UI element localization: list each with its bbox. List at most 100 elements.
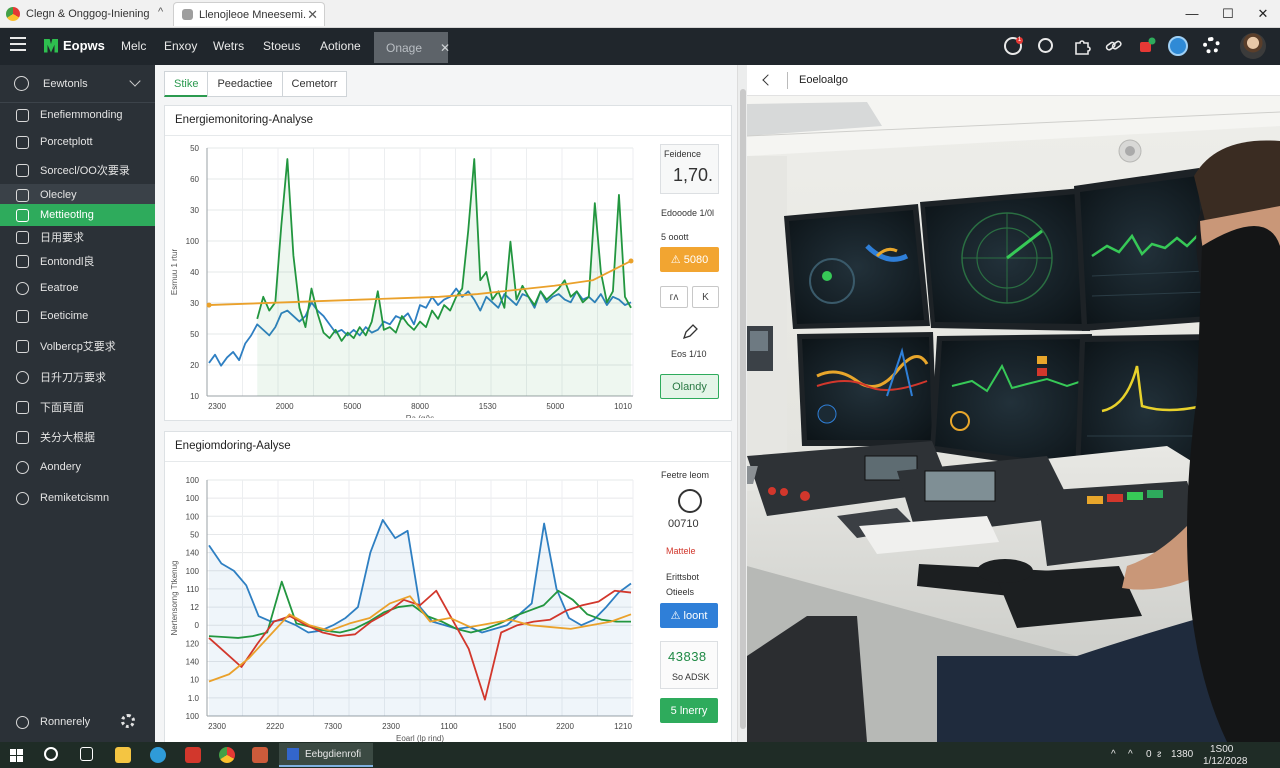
warning-button[interactable]: ⚠ 5080 [660,247,719,272]
subtab-1[interactable]: Stike [164,71,209,97]
subtab-2[interactable]: Peedactiee [207,71,283,97]
browser-tab-1[interactable]: Clegn & Onggog-Iniening [4,2,169,26]
info-button[interactable]: ⚠ loont [660,603,718,628]
subtab-3[interactable]: Cemetorr [281,71,348,97]
file-explorer-icon[interactable] [115,747,131,763]
sidebar-item-13[interactable]: 关分大根据 [0,426,155,448]
sidebar-item-4[interactable]: Olecley [0,184,155,206]
x-tick-label: 2300 [382,722,400,731]
panel-sub-2: Otieels [666,587,695,597]
sidebar-item-11[interactable]: 日升刀万要求 [0,366,155,388]
sidebar-item-label: Porcetplott [40,136,93,148]
user-icon [16,715,29,729]
chrome-icon[interactable] [219,747,235,763]
y-tick-label: 20 [190,361,199,370]
user-icon [16,370,29,384]
sidebar-item-7[interactable]: Eontondl良 [0,250,155,272]
tray-caret-icon[interactable]: ^ [1111,749,1116,760]
doc-icon [16,254,29,268]
tab-close-icon[interactable]: ✕ [307,7,318,23]
photo-pane-title: Eoeloalgo [799,74,848,86]
scrollbar-thumb[interactable] [740,89,746,729]
x-tick-label: 2300 [208,402,226,411]
minimize-button[interactable]: — [1182,4,1202,24]
app-header: Eopws Melc Enxoy Wetrs Stoeus Aotione On… [0,28,1280,65]
avatar[interactable] [1240,33,1266,59]
nav-item-4[interactable]: Stoeus [263,39,300,53]
apply-button[interactable]: Olandy [660,374,719,399]
sidebar-item-12[interactable]: 下面頁面 [0,396,155,418]
sidebar-item-8[interactable]: Eeatroe [0,277,155,299]
ring-value: 00710 [668,518,699,530]
line-chart-1[interactable]: 50 60 30 100 40 30 50 20 10 2300 2000 5000 8000 1530 5… [165,138,635,418]
search-icon[interactable] [44,747,58,761]
dashboard-main: Stike Peedactiee Cemetorr Energiemonitor… [155,65,737,744]
energy-button[interactable]: 5 lnerry [660,698,718,723]
alert-icon[interactable] [1138,37,1156,55]
sidebar-item-6[interactable]: 日用要求 [0,226,155,248]
settings-icon [16,430,29,444]
sidebar-item-2[interactable]: Porcetplott [0,131,155,153]
y-tick-label: 12 [190,603,199,612]
scrollbar[interactable] [737,65,747,742]
windows-start-icon[interactable] [10,749,23,762]
task-view-icon[interactable] [80,747,93,761]
notification-icon[interactable]: 1 [1004,37,1023,55]
line-chart-2[interactable]: 10010010050140100110120120140101.0100230… [165,464,635,744]
maximize-button[interactable]: ☐ [1218,4,1238,24]
clock-time[interactable]: 1S00 [1210,744,1233,755]
tray-lang[interactable]: 1380 [1171,749,1193,760]
sidebar-item-label: Eeatroe [40,282,79,294]
store-icon[interactable] [185,747,201,763]
taskbar-active-app[interactable]: Eebgdienrofi [279,743,373,767]
nav-item-1[interactable]: Melc [121,39,146,53]
sidebar-item-3[interactable]: Sorcecl/OO次要录 [0,159,155,181]
x-tick-label: 1010 [614,402,632,411]
sidebar-header[interactable]: Eewtonls [0,65,155,103]
nav-active-label: Onage [386,40,423,55]
metric-sub: So ADSK [672,672,710,682]
tray-volume-icon[interactable]: 0 ᴤ [1146,749,1161,760]
menu-icon[interactable] [10,37,26,51]
card1-title: Energiemonitoring-Analyse [175,114,314,126]
edge-browser-icon[interactable] [150,747,166,763]
pen-icon[interactable] [682,324,698,340]
y-tick-label: 100 [186,567,200,576]
close-window-button[interactable]: ✕ [1253,4,1273,24]
sidebar-item-5[interactable]: Mettieotlng [0,204,155,226]
browser-tab-2[interactable]: Llenojleoe Mneesemi. ✕ [173,2,325,26]
app-icon[interactable] [252,747,268,763]
puzzle-icon[interactable] [1073,37,1091,55]
nav-close-icon[interactable]: ✕ [440,41,450,55]
settings-icon[interactable] [1203,37,1220,54]
sidebar: Eewtonls Enefiemmonding Porcetplott Sorc… [0,65,155,742]
card2-title: Enegiomdoring-Aalyse [175,440,291,452]
y-tick-label: 140 [186,549,200,558]
brand-logo[interactable]: Eopws [44,38,105,53]
nav-item-active[interactable]: Onage ✕ [374,32,450,63]
nav-item-2[interactable]: Enxoy [164,39,197,53]
tray-network-icon[interactable]: ^ [1128,749,1133,760]
browser-logo-icon [6,7,20,21]
y-tick-label: 50 [190,144,199,153]
gear-icon[interactable] [121,714,135,728]
sidebar-item-15[interactable]: Remiketcismn [0,487,155,509]
nav-item-3[interactable]: Wetrs [213,39,244,53]
search-icon[interactable] [1038,38,1053,53]
chart-toggle-button[interactable]: ᴦᴧ [660,286,688,308]
home-icon [16,460,29,474]
expand-button[interactable]: K [692,286,719,308]
nav-item-5[interactable]: Aotione [320,39,361,53]
chevron-down-icon[interactable] [129,75,141,87]
back-arrow-icon[interactable] [762,74,774,86]
caret-icon[interactable]: ^ [158,6,163,18]
link-icon[interactable] [1104,37,1122,55]
sidebar-item-9[interactable]: Eoeticime [0,305,155,327]
clock-date[interactable]: 1/12/2028 [1203,756,1248,767]
sidebar-item-14[interactable]: Aondery [0,456,155,478]
sidebar-item-1[interactable]: Enefiemmonding [0,104,155,126]
globe-icon[interactable] [1168,36,1188,56]
sidebar-item-10[interactable]: Volbercp艾要求 [0,335,155,357]
bell-icon [16,188,29,202]
sidebar-footer[interactable]: Ronnerely [0,702,155,742]
